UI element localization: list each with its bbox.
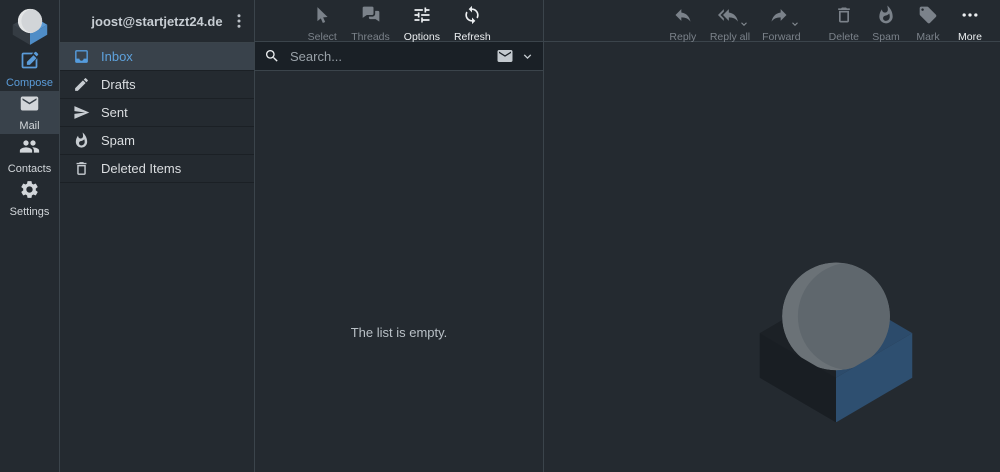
gear-icon: [19, 179, 40, 203]
options-icon: [412, 5, 432, 28]
app-logo-icon: [9, 4, 51, 45]
folder-item-sent[interactable]: Sent: [60, 99, 254, 127]
folder-item-inbox[interactable]: Inbox: [60, 43, 254, 71]
cursor-icon: [312, 5, 332, 28]
reply-button[interactable]: Reply: [663, 4, 703, 44]
dropdown-caret-icon: [790, 19, 800, 29]
envelope-icon: [496, 47, 514, 65]
forward-button[interactable]: Forward: [757, 4, 806, 44]
folder-label: Inbox: [101, 49, 133, 64]
pencil-icon: [73, 76, 90, 93]
message-list: The list is empty.: [255, 71, 543, 472]
kebab-menu-icon: [230, 12, 248, 30]
sidebar-item-label: Compose: [6, 77, 53, 89]
search-icon: [264, 48, 280, 64]
forward-icon: [769, 5, 789, 28]
reply-icon: [673, 5, 693, 28]
folder-label: Spam: [101, 133, 135, 148]
watermark-logo-icon: [743, 242, 929, 422]
mail-icon: [19, 93, 40, 117]
compose-icon: [19, 50, 40, 74]
folder-label: Deleted Items: [101, 161, 181, 176]
spam-button[interactable]: Spam: [866, 4, 906, 44]
folder-item-spam[interactable]: Spam: [60, 127, 254, 155]
content-area: [544, 42, 1000, 472]
trash-icon: [73, 160, 90, 177]
message-list-pane: Select Threads Options Refresh: [254, 0, 544, 472]
search-scope-selector[interactable]: [496, 47, 534, 65]
sidebar-item-settings[interactable]: Settings: [0, 177, 59, 220]
send-icon: [73, 104, 90, 121]
sidebar-item-compose[interactable]: Compose: [0, 48, 59, 91]
sidebar-item-label: Settings: [10, 206, 50, 218]
folder-list: Inbox Drafts Sent Spam: [60, 43, 254, 183]
folder-item-deleted-items[interactable]: Deleted Items: [60, 155, 254, 183]
flame-icon: [876, 5, 896, 28]
contacts-icon: [19, 136, 40, 160]
select-button[interactable]: Select: [302, 4, 342, 44]
watermark-logo: [743, 242, 929, 422]
chevron-down-icon: [521, 50, 534, 63]
refresh-button[interactable]: Refresh: [449, 4, 496, 44]
folder-item-drafts[interactable]: Drafts: [60, 71, 254, 99]
mark-button[interactable]: Mark: [908, 4, 948, 44]
content-pane: Reply Reply all: [544, 0, 1000, 472]
tag-icon: [918, 5, 938, 28]
account-header: joost@startjetzt24.de: [60, 0, 254, 43]
threads-icon: [361, 5, 381, 28]
sidebar-item-label: Contacts: [8, 163, 51, 175]
inbox-icon: [73, 48, 90, 65]
search-bar: [255, 42, 543, 71]
flame-icon: [73, 132, 90, 149]
sidebar-item-contacts[interactable]: Contacts: [0, 134, 59, 177]
threads-button[interactable]: Threads: [346, 4, 395, 44]
app-logo: [0, 0, 59, 48]
app-window: Compose Mail Contacts Settings joost@sta…: [0, 0, 1000, 472]
taskmenu-sidebar: Compose Mail Contacts Settings: [0, 0, 59, 472]
folder-menu-button[interactable]: [228, 10, 250, 32]
dropdown-caret-icon: [739, 19, 749, 29]
options-button[interactable]: Options: [399, 4, 445, 44]
more-button[interactable]: More: [950, 4, 990, 44]
folder-label: Sent: [101, 105, 128, 120]
delete-button[interactable]: Delete: [824, 4, 864, 44]
search-input[interactable]: [288, 48, 488, 65]
account-email: joost@startjetzt24.de: [91, 14, 222, 29]
sidebar-item-mail[interactable]: Mail: [0, 91, 59, 134]
more-icon: [960, 5, 980, 28]
empty-list-message: The list is empty.: [255, 325, 543, 340]
sidebar-item-label: Mail: [19, 120, 39, 132]
folder-pane: joost@startjetzt24.de Inbox Drafts: [59, 0, 254, 472]
reply-all-icon: [718, 5, 738, 28]
message-toolbar: Reply Reply all: [544, 0, 1000, 42]
list-toolbar: Select Threads Options Refresh: [255, 0, 543, 42]
folder-label: Drafts: [101, 77, 136, 92]
reply-all-button[interactable]: Reply all: [705, 4, 755, 44]
refresh-icon: [462, 5, 482, 28]
trash-icon: [834, 5, 854, 28]
